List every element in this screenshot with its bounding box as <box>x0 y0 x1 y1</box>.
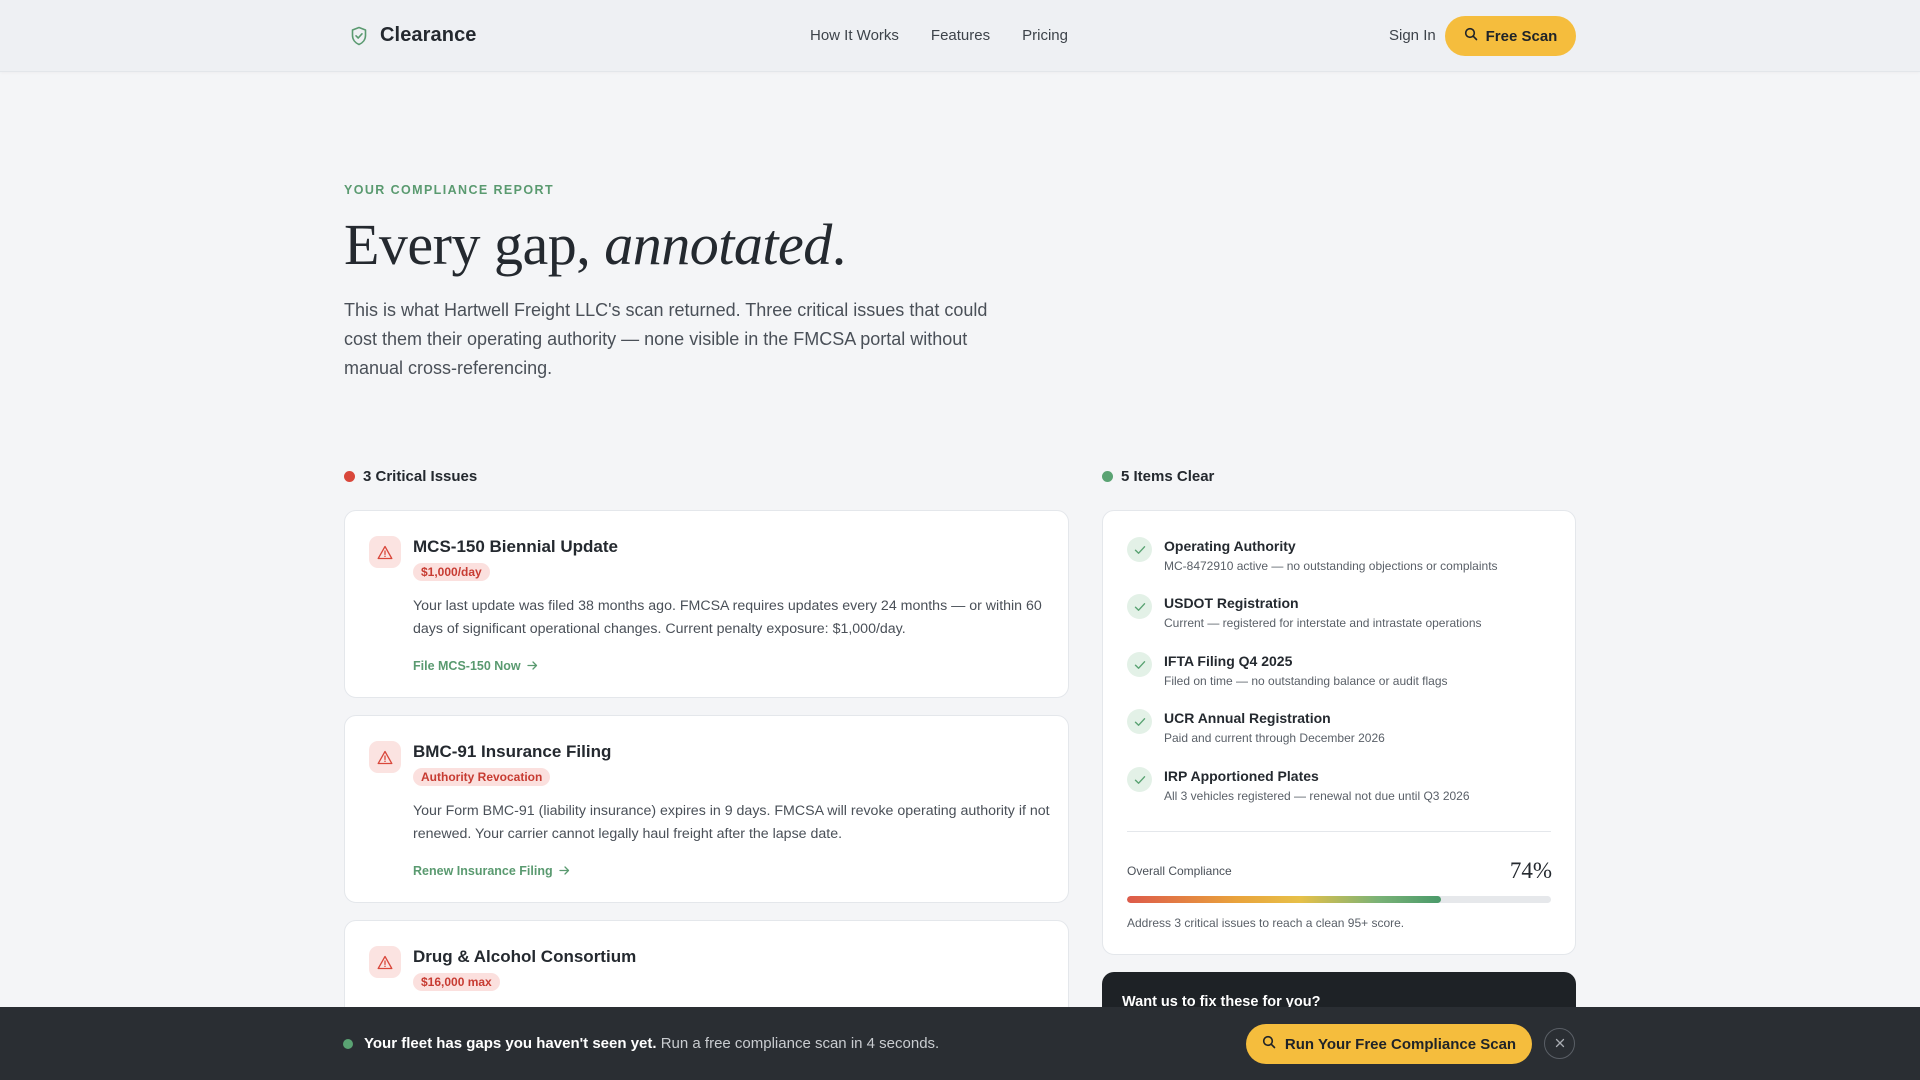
arrow-right-icon <box>527 659 538 673</box>
clear-item-detail: Filed on time — no outstanding balance o… <box>1164 674 1448 688</box>
file-mcs150-label: File MCS-150 Now <box>413 659 521 673</box>
critical-issues-heading: 3 Critical Issues <box>344 468 477 485</box>
nav-link-how-it-works[interactable]: How It Works <box>810 27 899 44</box>
status-dot <box>343 1039 353 1049</box>
free-scan-label: Free Scan <box>1485 27 1558 45</box>
close-icon <box>1555 1035 1565 1053</box>
warning-triangle-icon <box>369 946 401 978</box>
issue-card-bmc91: BMC-91 Insurance Filing Authority Revoca… <box>344 715 1069 903</box>
nav-link-features[interactable]: Features <box>931 27 990 44</box>
headline-plain: Every gap, <box>344 212 605 277</box>
clear-item-detail: Paid and current through December 2026 <box>1164 731 1385 745</box>
warning-triangle-icon <box>369 741 401 773</box>
clear-item-title: IFTA Filing Q4 2025 <box>1164 653 1293 669</box>
sticky-cta-text: Your fleet has gaps you haven't seen yet… <box>364 1035 939 1052</box>
clear-item-detail: All 3 vehicles registered — renewal not … <box>1164 789 1470 803</box>
compliance-progress-bar <box>1127 896 1551 903</box>
clear-items-heading: 5 Items Clear <box>1102 468 1214 485</box>
sticky-cta-strong: Your fleet has gaps you haven't seen yet… <box>364 1035 657 1052</box>
overall-compliance-value: 74% <box>1509 858 1552 883</box>
check-icon <box>1127 652 1152 677</box>
panel-divider <box>1127 831 1551 832</box>
clear-item-title: UCR Annual Registration <box>1164 710 1331 726</box>
critical-issues-label: 3 Critical Issues <box>363 468 478 485</box>
run-compliance-scan-button[interactable]: Run Your Free Compliance Scan <box>1246 1024 1532 1064</box>
overall-compliance-note: Address 3 critical issues to reach a cle… <box>1127 916 1405 930</box>
clear-item: IRP Apportioned Plates All 3 vehicles reg… <box>1127 767 1470 803</box>
issue-title: BMC-91 Insurance Filing <box>413 742 612 761</box>
arrow-right-icon <box>558 864 570 878</box>
sign-in-link[interactable]: Sign In <box>1389 27 1436 44</box>
clear-item: IFTA Filing Q4 2025 Filed on time — no ou… <box>1127 652 1448 688</box>
page-headline: Every gap, annotated. <box>344 210 846 280</box>
search-icon <box>1464 27 1478 45</box>
issue-description: Your last update was filed 38 months ago… <box>413 598 1042 637</box>
headline-italic: annotated <box>604 212 832 277</box>
clear-item-title: USDOT Registration <box>1164 595 1299 611</box>
compliance-progress-fill <box>1127 896 1441 903</box>
check-icon <box>1127 767 1152 792</box>
clear-items-label: 5 Items Clear <box>1121 468 1215 485</box>
nav-link-pricing[interactable]: Pricing <box>1022 27 1068 44</box>
hero-lead: This is what Hartwell Freight LLC's scan… <box>344 300 988 378</box>
clear-item: Operating Authority MC-8472910 active — n… <box>1127 537 1498 573</box>
issue-title: MCS-150 Biennial Update <box>413 537 618 556</box>
free-scan-button[interactable]: Free Scan <box>1445 16 1576 56</box>
nav-links: How It Works Features Pricing <box>810 27 1068 44</box>
warning-triangle-icon <box>369 536 401 568</box>
sticky-cta-bar: Your fleet has gaps you haven't seen yet… <box>0 1007 1920 1080</box>
check-icon <box>1127 594 1152 619</box>
shield-check-icon <box>350 26 368 46</box>
issue-description: Your Form BMC-91 (liability insurance) e… <box>413 803 1050 842</box>
overall-compliance-label: Overall Compliance <box>1127 864 1232 878</box>
brand-logo[interactable]: Clearance <box>350 24 477 47</box>
headline-end: . <box>831 212 847 277</box>
clear-item-title: IRP Apportioned Plates <box>1164 768 1319 784</box>
clear-item: USDOT Registration Current — registered f… <box>1127 594 1482 630</box>
critical-status-dot <box>344 471 355 482</box>
top-nav: Clearance How It Works Features Pricing … <box>0 0 1920 72</box>
sticky-cta-sub: Run a free compliance scan in 4 seconds. <box>656 1035 940 1052</box>
run-scan-label: Run Your Free Compliance Scan <box>1284 1035 1517 1053</box>
clear-status-dot <box>1102 471 1113 482</box>
report-eyebrow: YOUR COMPLIANCE REPORT <box>344 183 554 197</box>
check-icon <box>1127 709 1152 734</box>
clear-item-title: Operating Authority <box>1164 538 1296 554</box>
penalty-badge: $16,000 max <box>413 973 500 991</box>
brand-name: Clearance <box>380 24 477 46</box>
check-icon <box>1127 537 1152 562</box>
close-button[interactable] <box>1544 1028 1575 1059</box>
issue-card-mcs150: MCS-150 Biennial Update $1,000/day Your … <box>344 510 1069 698</box>
clear-item-detail: MC-8472910 active — no outstanding objec… <box>1164 559 1498 573</box>
issue-title: Drug & Alcohol Consortium <box>413 947 637 966</box>
clear-items-panel: Operating Authority MC-8472910 active — n… <box>1102 510 1576 955</box>
clear-item: UCR Annual Registration Paid and current … <box>1127 709 1385 745</box>
clear-item-detail: Current — registered for interstate and … <box>1164 616 1482 630</box>
renew-insurance-label: Renew Insurance Filing <box>413 864 553 878</box>
renew-insurance-link[interactable]: Renew Insurance Filing <box>413 864 570 878</box>
penalty-badge: $1,000/day <box>413 563 490 581</box>
file-mcs150-link[interactable]: File MCS-150 Now <box>413 659 538 673</box>
penalty-badge: Authority Revocation <box>413 768 551 786</box>
search-icon <box>1262 1035 1276 1053</box>
